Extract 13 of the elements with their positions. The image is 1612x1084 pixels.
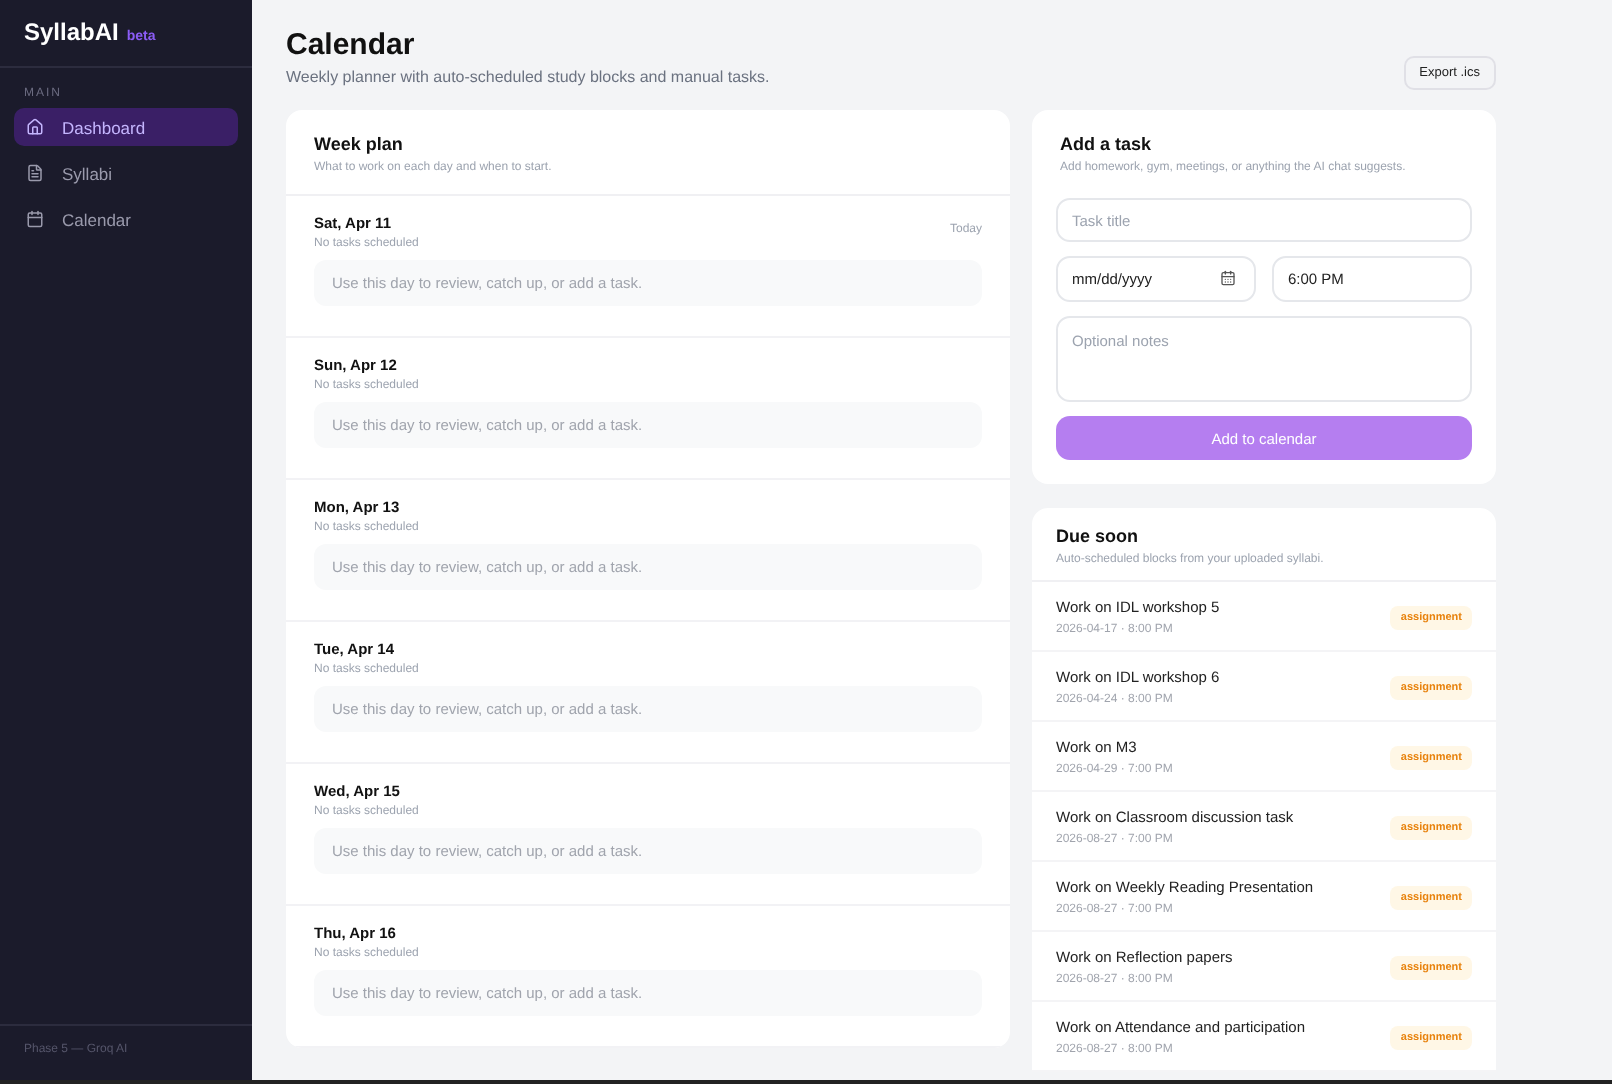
page-title: Calendar (286, 28, 417, 62)
brand-name: SyllabAI (24, 18, 119, 46)
calendar-icon (26, 210, 44, 228)
card-title: Add a task (1060, 134, 1154, 154)
calendar-icon (1220, 270, 1236, 286)
sidebar-item[interactable]: Syllabi (14, 154, 238, 192)
page-subtitle: Weekly planner with auto-scheduled study blocks and manual tasks. (286, 68, 770, 86)
sidebar-item[interactable]: Dashboard (14, 108, 238, 146)
home-icon (26, 118, 44, 136)
card-title: Week plan (314, 134, 405, 154)
sidebar-item[interactable]: Calendar (14, 200, 238, 238)
card-title: Due soon (1056, 526, 1141, 546)
document-icon (26, 164, 44, 182)
